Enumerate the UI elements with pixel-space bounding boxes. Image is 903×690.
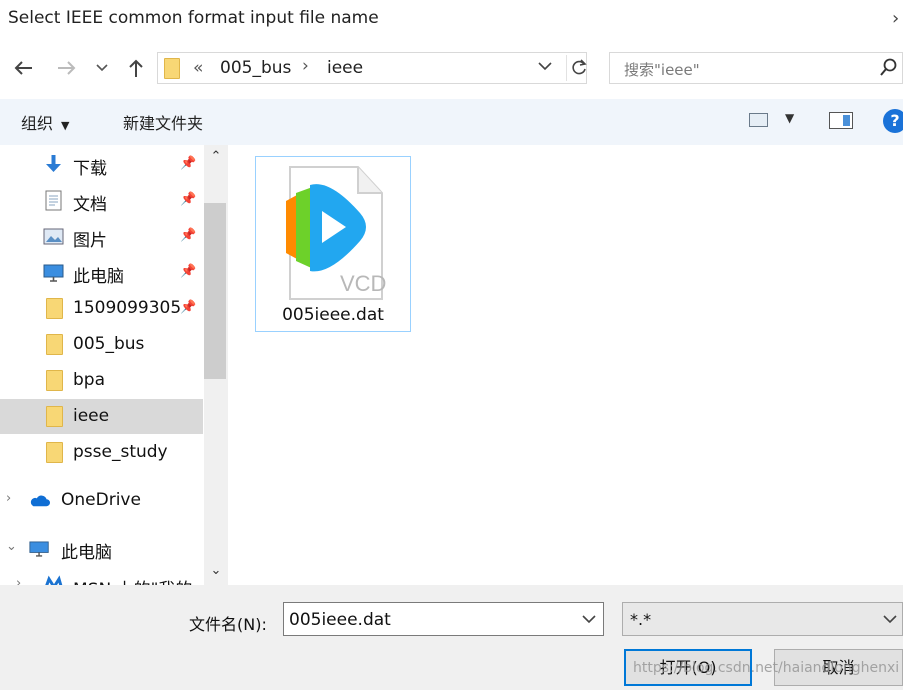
back-button[interactable] <box>10 55 36 81</box>
scroll-up-icon[interactable]: ⌃ <box>204 149 228 164</box>
new-folder-button[interactable]: 新建文件夹 <box>123 110 203 134</box>
address-dropdown-button[interactable] <box>538 57 552 79</box>
view-options-dropdown-icon[interactable]: ▼ <box>785 111 794 125</box>
change-view-icon[interactable] <box>749 113 768 127</box>
chevron-down-icon[interactable] <box>582 610 596 632</box>
monitor-icon <box>43 264 64 282</box>
nav-item-label: OneDrive <box>61 490 141 510</box>
nav-item-label: 005_bus <box>73 334 145 354</box>
chevron-right-icon[interactable]: › <box>6 491 11 506</box>
back-arrow-icon <box>14 61 32 75</box>
address-bar[interactable]: « 005_bus › ieee <box>157 52 587 84</box>
pin-icon[interactable]: 📌 <box>180 300 196 315</box>
pin-icon[interactable]: 📌 <box>180 156 196 171</box>
nav-item-label: 图片 <box>73 231 107 251</box>
folder-icon <box>46 298 63 319</box>
vcd-media-file-icon: VCD <box>286 166 386 300</box>
folder-icon <box>46 442 63 463</box>
nav-item-documents[interactable]: 文档 📌 <box>0 183 203 218</box>
search-input[interactable]: 搜索"ieee" <box>609 52 903 84</box>
msn-icon <box>45 575 63 585</box>
picture-icon <box>43 228 64 245</box>
nav-item-msn[interactable]: › MSN 上的"我的 <box>0 568 203 585</box>
filename-value[interactable]: 005ieee.dat <box>289 610 391 630</box>
breadcrumb-overflow[interactable]: « <box>193 58 203 78</box>
nav-item-label: psse_study <box>73 442 168 462</box>
nav-item-this-pc-root[interactable]: ⌄ 此电脑 <box>0 531 203 566</box>
nav-item-downloads[interactable]: 下载 📌 <box>0 147 203 182</box>
dropdown-triangle-icon: ▼ <box>61 119 70 132</box>
nav-item-label: 此电脑 <box>61 543 112 563</box>
pin-icon[interactable]: 📌 <box>180 228 196 243</box>
scroll-down-icon[interactable]: ⌄ <box>204 563 228 578</box>
nav-item-label: 1509099305 <box>73 298 182 318</box>
organize-button[interactable]: 组织 ▼ <box>21 110 69 134</box>
up-arrow-icon <box>129 59 143 77</box>
filename-label: 文件名(N): <box>189 615 267 634</box>
chevron-down-icon[interactable] <box>883 610 897 632</box>
monitor-icon <box>29 541 49 557</box>
nav-item-label: MSN 上的"我的 <box>73 575 192 585</box>
pin-icon[interactable]: 📌 <box>180 264 196 279</box>
chevron-down-icon <box>96 64 108 72</box>
nav-item-label: 此电脑 <box>73 267 124 287</box>
search-placeholder: 搜索"ieee" <box>624 61 700 79</box>
filename-field[interactable]: 005ieee.dat <box>283 602 604 636</box>
preview-pane-icon[interactable] <box>829 112 853 129</box>
organize-label: 组织 <box>21 114 54 133</box>
download-arrow-icon <box>46 155 61 172</box>
nav-item-folder-psse-study[interactable]: psse_study <box>0 435 203 470</box>
chevron-down-icon <box>538 62 552 71</box>
navigation-pane: 下载 📌 文档 📌 图片 📌 此电脑 📌 1509099305 📌 005_bu… <box>0 145 228 585</box>
nav-item-onedrive[interactable]: › OneDrive <box>0 483 203 518</box>
breadcrumb-item-ieee[interactable]: ieee <box>327 58 363 78</box>
breadcrumb-item-005-bus[interactable]: 005_bus <box>220 58 291 78</box>
folder-icon <box>46 406 63 427</box>
file-item[interactable]: VCD 005ieee.dat <box>255 156 411 332</box>
nav-item-this-pc[interactable]: 此电脑 📌 <box>0 255 203 290</box>
command-toolbar: 组织 ▼ 新建文件夹 ▼ ? <box>0 99 903 145</box>
watermark-text: https://blog.csdn.net/haiandlonghenxi <box>633 660 900 676</box>
forward-arrow-icon <box>58 61 76 75</box>
scrollbar-thumb[interactable] <box>204 203 226 379</box>
breadcrumb-separator-icon[interactable]: › <box>302 56 309 76</box>
nav-pane-scrollbar[interactable]: ⌃ ⌄ <box>204 145 228 585</box>
help-icon[interactable]: ? <box>883 109 903 133</box>
chevron-right-icon[interactable]: › <box>16 576 21 585</box>
pin-icon[interactable]: 📌 <box>180 192 196 207</box>
refresh-button[interactable] <box>566 55 591 81</box>
up-button[interactable] <box>123 55 149 81</box>
recent-locations-dropdown[interactable] <box>89 55 115 81</box>
nav-item-label: 下载 <box>73 159 107 179</box>
nav-item-folder-ieee[interactable]: ieee <box>0 399 203 434</box>
document-icon <box>45 190 62 211</box>
vcd-badge: VCD <box>340 271 386 296</box>
folder-icon <box>46 370 63 391</box>
file-name-label: 005ieee.dat <box>282 305 384 325</box>
forward-button[interactable] <box>54 55 80 81</box>
nav-item-folder-bpa[interactable]: bpa <box>0 363 203 398</box>
folder-icon <box>46 334 63 355</box>
folder-icon <box>164 58 180 79</box>
file-list-area: VCD 005ieee.dat <box>229 145 903 585</box>
nav-item-folder-005-bus[interactable]: 005_bus <box>0 327 203 362</box>
close-icon[interactable]: › <box>892 8 899 29</box>
nav-item-label: bpa <box>73 370 105 390</box>
refresh-icon <box>572 59 587 75</box>
title-bar: Select IEEE common format input file nam… <box>0 0 903 40</box>
filetype-select[interactable]: *.* <box>622 602 903 636</box>
cloud-icon <box>30 495 50 507</box>
nav-item-label: ieee <box>73 406 110 426</box>
chevron-down-icon[interactable]: ⌄ <box>6 539 17 554</box>
nav-item-label: 文档 <box>73 195 107 215</box>
nav-item-folder-1509099305[interactable]: 1509099305 📌 <box>0 291 203 326</box>
window-title: Select IEEE common format input file nam… <box>8 8 379 28</box>
nav-item-pictures[interactable]: 图片 📌 <box>0 219 203 254</box>
search-icon[interactable] <box>880 57 898 82</box>
filetype-value: *.* <box>630 610 652 629</box>
